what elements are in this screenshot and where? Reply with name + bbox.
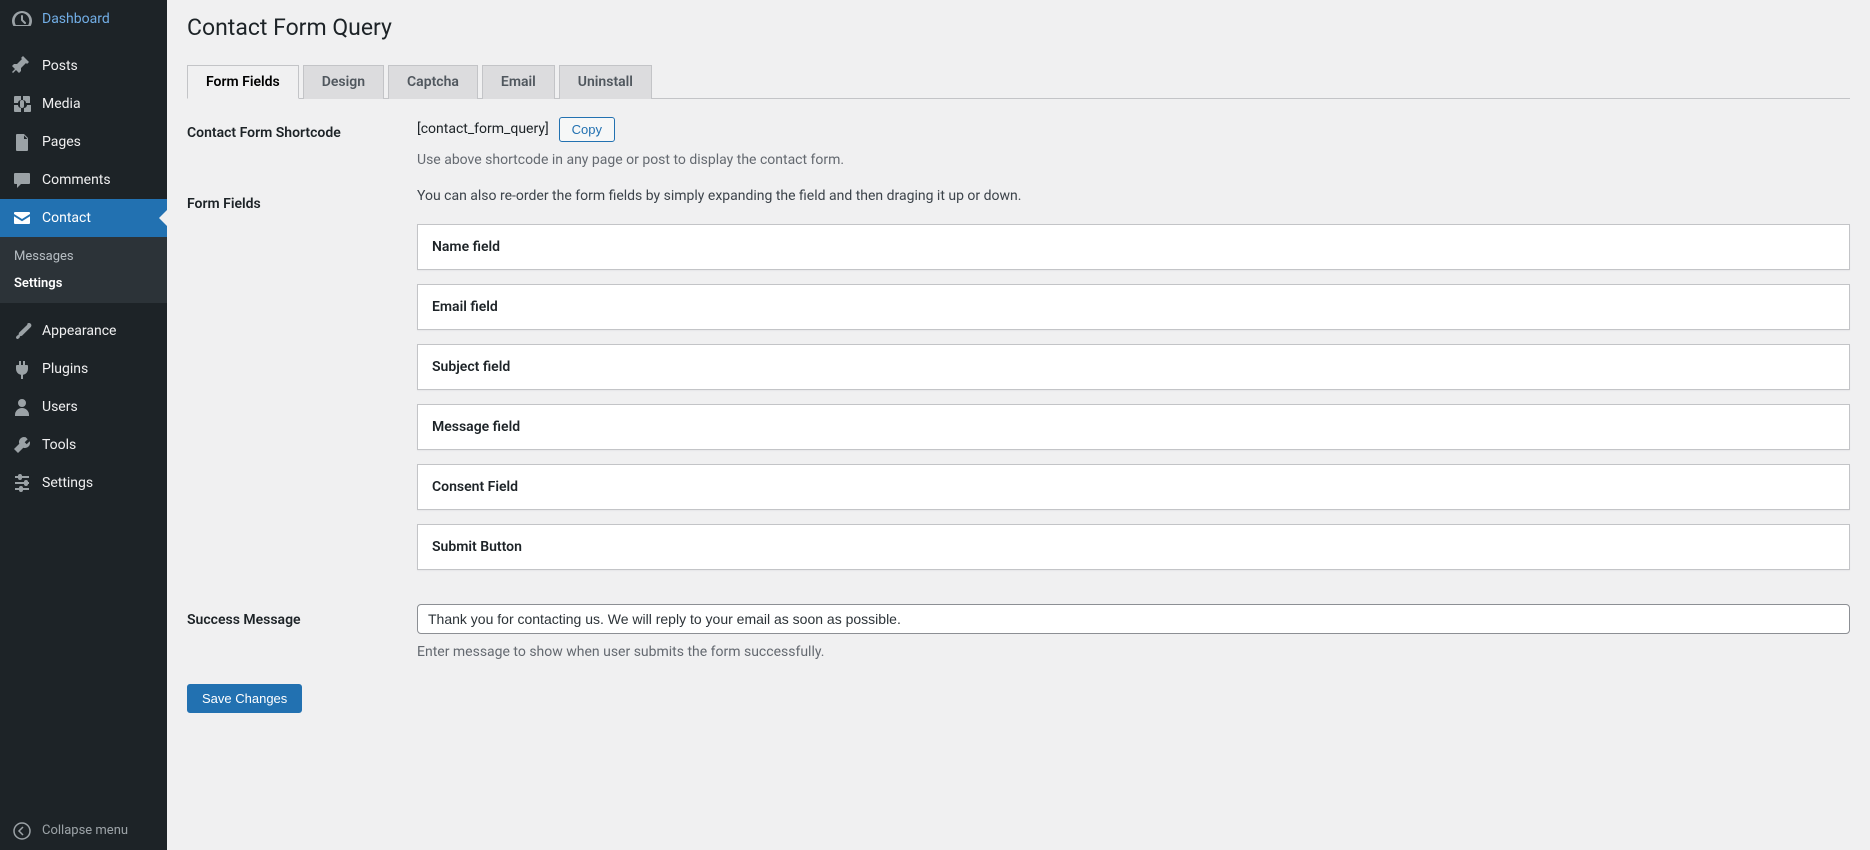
sidebar-item-settings[interactable]: Settings <box>0 464 167 502</box>
sidebar-item-contact[interactable]: Contact <box>0 199 167 237</box>
menu-separator <box>0 40 167 45</box>
collapse-menu[interactable]: Collapse menu <box>0 812 167 850</box>
sidebar-item-plugins[interactable]: Plugins <box>0 350 167 388</box>
sliders-icon <box>12 473 32 493</box>
tab-form-fields[interactable]: Form Fields <box>187 65 299 99</box>
sidebar-item-label: Pages <box>42 133 81 151</box>
submenu-item-messages[interactable]: Messages <box>0 243 167 270</box>
sidebar-item-label: Comments <box>42 171 111 189</box>
page-title: Contact Form Query <box>187 4 1850 47</box>
sidebar-item-label: Media <box>42 95 81 113</box>
chat-icon <box>12 170 32 190</box>
sidebar-item-media[interactable]: Media <box>0 85 167 123</box>
field-list: Name field Email field Subject field Mes… <box>417 224 1850 570</box>
tab-uninstall[interactable]: Uninstall <box>559 65 652 99</box>
sidebar-item-pages[interactable]: Pages <box>0 123 167 161</box>
sidebar-item-dashboard[interactable]: Dashboard <box>0 0 167 38</box>
collapse-menu-label: Collapse menu <box>42 823 128 840</box>
copy-button[interactable]: Copy <box>559 117 615 142</box>
main-content: Contact Form Query Form Fields Design Ca… <box>167 0 1870 850</box>
sidebar-item-label: Settings <box>42 474 93 492</box>
sidebar-item-label: Contact <box>42 209 91 227</box>
brush-icon <box>12 321 32 341</box>
shortcode-label: Contact Form Shortcode <box>187 117 417 168</box>
admin-sidebar: Dashboard Posts Media Pages Comments Con… <box>0 0 167 850</box>
sidebar-item-appearance[interactable]: Appearance <box>0 312 167 350</box>
menu-separator <box>0 305 167 310</box>
plug-icon <box>12 359 32 379</box>
sidebar-item-label: Plugins <box>42 360 88 378</box>
sidebar-item-users[interactable]: Users <box>0 388 167 426</box>
pages-icon <box>12 132 32 152</box>
tab-bar: Form Fields Design Captcha Email Uninsta… <box>187 65 1850 99</box>
success-message-help: Enter message to show when user submits … <box>417 644 1850 660</box>
menu-separator <box>0 504 167 509</box>
success-message-input[interactable] <box>417 604 1850 634</box>
tab-captcha[interactable]: Captcha <box>388 65 478 99</box>
sidebar-item-label: Users <box>42 398 78 416</box>
sidebar-item-label: Dashboard <box>42 10 110 28</box>
field-panel[interactable]: Name field <box>417 224 1850 270</box>
collapse-icon <box>12 821 32 841</box>
tab-email[interactable]: Email <box>482 65 555 99</box>
field-panel[interactable]: Submit Button <box>417 524 1850 570</box>
mail-icon <box>12 208 32 228</box>
pin-icon <box>12 56 32 76</box>
dashboard-icon <box>12 9 32 29</box>
sidebar-item-comments[interactable]: Comments <box>0 161 167 199</box>
field-panel[interactable]: Consent Field <box>417 464 1850 510</box>
sidebar-item-label: Tools <box>42 436 76 454</box>
sidebar-item-label: Posts <box>42 57 78 75</box>
success-message-label: Success Message <box>187 604 417 660</box>
sidebar-item-label: Appearance <box>42 322 116 340</box>
wrench-icon <box>12 435 32 455</box>
shortcode-value: [contact_form_query] <box>417 121 549 137</box>
form-fields-help: You can also re-order the form fields by… <box>417 188 1850 204</box>
media-icon <box>12 94 32 114</box>
sidebar-submenu: Messages Settings <box>0 237 167 303</box>
field-panel[interactable]: Message field <box>417 404 1850 450</box>
sidebar-item-posts[interactable]: Posts <box>0 47 167 85</box>
tab-design[interactable]: Design <box>303 65 384 99</box>
field-panel[interactable]: Email field <box>417 284 1850 330</box>
submenu-item-settings[interactable]: Settings <box>0 270 167 297</box>
user-icon <box>12 397 32 417</box>
save-button[interactable]: Save Changes <box>187 684 302 713</box>
form-fields-label: Form Fields <box>187 188 417 584</box>
shortcode-help: Use above shortcode in any page or post … <box>417 152 1850 168</box>
field-panel[interactable]: Subject field <box>417 344 1850 390</box>
sidebar-item-tools[interactable]: Tools <box>0 426 167 464</box>
